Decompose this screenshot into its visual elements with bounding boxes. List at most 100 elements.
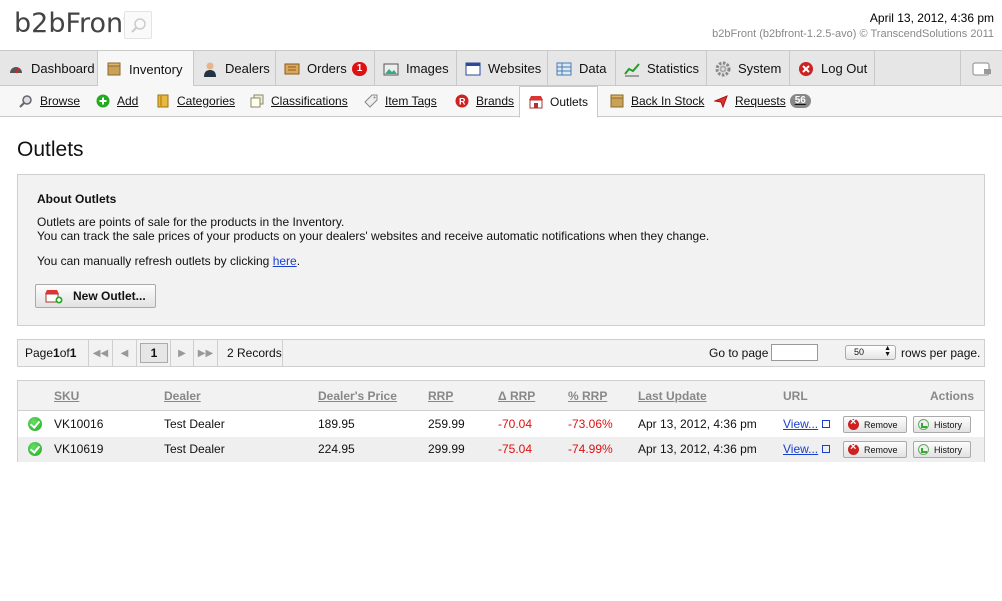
column-header-rrp[interactable]: RRP (428, 389, 453, 403)
view-link[interactable]: View... (783, 417, 818, 431)
chart-icon (624, 61, 640, 77)
rows-label: rows per page. (901, 346, 981, 360)
prev-page-button[interactable]: ◀ (113, 340, 137, 366)
column-header-dealer-price[interactable]: Dealer's Price (318, 389, 397, 403)
refresh-end: . (296, 254, 301, 268)
current-page-button[interactable]: 1 (140, 343, 168, 363)
column-header-url: URL (783, 389, 808, 403)
table-row: VK10016 Test Dealer 189.95 259.99 -70.04… (18, 412, 984, 437)
remove-button[interactable]: Remove (843, 441, 907, 458)
tab-label: Images (406, 61, 449, 76)
cell-percent-rrp: -73.06% (568, 417, 613, 431)
header-datetime: April 13, 2012, 4:36 pm (869, 11, 994, 25)
subtab-brands[interactable]: R Brands (455, 86, 514, 116)
page-of: of (59, 346, 70, 360)
prev-page-icon: ◀ (120, 347, 129, 359)
next-page-button[interactable]: ▶ (170, 340, 194, 366)
refresh-note: You can manually refresh outlets by clic… (37, 254, 300, 268)
history-button[interactable]: History (913, 416, 971, 433)
history-icon (918, 444, 929, 455)
tab-label: Dashboard (31, 61, 95, 76)
page-indicator: Page 1 of 1 (18, 340, 89, 366)
outlets-table: SKU Dealer Dealer's Price RRP Δ RRP % RR… (17, 380, 985, 462)
tab-dashboard[interactable]: Dashboard (0, 51, 98, 86)
subtab-browse[interactable]: Browse (19, 86, 80, 116)
about-line: You can track the sale prices of your pr… (37, 229, 710, 243)
orders-count-badge: 1 (351, 61, 368, 76)
sub-nav: Browse Add Categories Classifications It… (0, 86, 1002, 118)
status-ok-icon (28, 442, 42, 456)
tab-websites[interactable]: Websites (457, 51, 548, 86)
tab-label: Statistics (647, 61, 700, 76)
cell-dealer: Test Dealer (164, 442, 225, 456)
subtab-back-in-stock[interactable]: Back In Stock (610, 86, 704, 116)
subtab-item-tags[interactable]: Item Tags (364, 86, 437, 116)
subtab-requests[interactable]: Requests 56 (713, 86, 811, 116)
column-header-delta-rrp[interactable]: Δ RRP (498, 389, 535, 403)
tab-logout[interactable]: Log Out (790, 51, 875, 86)
page-total: 1 (69, 346, 77, 360)
quick-search-button[interactable] (124, 11, 152, 39)
goto-label: Go to page (709, 346, 769, 360)
remove-icon (848, 416, 859, 430)
subtab-add[interactable]: Add (96, 86, 138, 116)
tab-statistics[interactable]: Statistics (616, 51, 707, 86)
app-header: b2bFront April 13, 2012, 4:36 pm b2bFron… (0, 0, 1002, 50)
box-icon (106, 61, 122, 77)
history-label: History (934, 444, 963, 455)
main-nav: Dashboard Inventory Dealers Orders 1 Ima… (0, 50, 1002, 87)
cell-rrp: 259.99 (428, 417, 465, 431)
subtab-label: Outlets (550, 95, 589, 109)
remove-button[interactable]: Remove (843, 416, 907, 433)
goto-page-input[interactable] (771, 344, 818, 361)
app-logo[interactable]: b2bFront (14, 8, 134, 39)
requests-count-badge: 56 (789, 94, 811, 108)
tab-label: System (738, 61, 782, 76)
cell-price: 189.95 (318, 417, 355, 431)
new-outlet-button[interactable]: New Outlet... (35, 284, 156, 308)
images-icon (383, 61, 399, 77)
tab-orders[interactable]: Orders 1 (276, 51, 375, 86)
history-button[interactable]: History (913, 441, 971, 458)
subtab-classifications[interactable]: Classifications (250, 86, 348, 116)
tab-dealers[interactable]: Dealers (194, 51, 276, 86)
window-toggle-button[interactable] (960, 51, 1002, 86)
tab-images[interactable]: Images (375, 51, 457, 86)
rows-per-page-select[interactable]: 50 ▲ ▼ (845, 345, 896, 360)
column-header-dealer[interactable]: Dealer (164, 389, 201, 403)
last-page-button[interactable]: ▶▶ (194, 340, 218, 366)
cell-sku: VK10619 (54, 442, 104, 456)
new-outlet-label: New Outlet... (73, 289, 146, 303)
view-link[interactable]: View... (783, 442, 818, 456)
refresh-link[interactable]: here (273, 254, 297, 268)
logout-icon (798, 61, 814, 77)
about-title: About Outlets (37, 192, 117, 206)
cell-dealer: Test Dealer (164, 417, 225, 431)
first-page-icon: ◀◀ (92, 347, 109, 359)
tab-inventory[interactable]: Inventory (98, 51, 194, 87)
cell-last-update: Apr 13, 2012, 4:36 pm (638, 442, 757, 456)
external-link-icon (822, 420, 831, 428)
cell-delta-rrp: -70.04 (498, 417, 533, 431)
window-icon (465, 61, 481, 77)
next-page-icon: ▶ (178, 347, 186, 359)
tab-label: Data (579, 61, 607, 76)
subtab-outlets[interactable]: Outlets (519, 86, 599, 118)
last-page-icon: ▶▶ (197, 347, 214, 359)
stack-icon (250, 94, 264, 108)
remove-icon (848, 441, 859, 455)
subtab-categories[interactable]: Categories (156, 86, 235, 116)
first-page-button[interactable]: ◀◀ (89, 340, 113, 366)
magnifier-icon (19, 94, 33, 108)
tab-system[interactable]: System (707, 51, 790, 86)
column-header-percent-rrp[interactable]: % RRP (568, 389, 607, 403)
column-header-last-update[interactable]: Last Update (638, 389, 707, 403)
subtab-label: Back In Stock (631, 94, 705, 108)
subtab-label: Browse (40, 94, 81, 108)
subtab-label: Add (117, 94, 139, 108)
tab-label: Inventory (129, 61, 183, 77)
folder-icon (156, 94, 170, 108)
tab-data[interactable]: Data (548, 51, 616, 86)
header-version: b2bFront (b2bfront-1.2.5-avo) © Transcen… (712, 28, 994, 40)
column-header-sku[interactable]: SKU (54, 389, 79, 403)
